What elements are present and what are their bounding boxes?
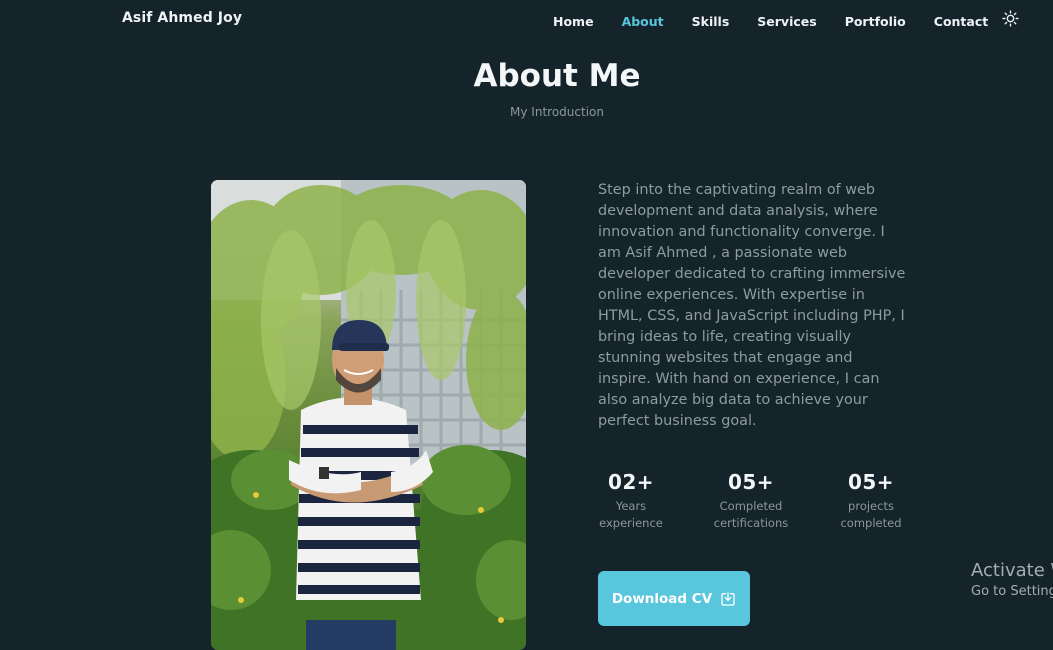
nav-link-portfolio[interactable]: Portfolio [845, 14, 906, 29]
stat-certifications: 05+ Completed certifications [691, 470, 811, 532]
stat-label-line: completed [840, 516, 902, 530]
stat-label-line: projects [848, 499, 894, 513]
main-nav: Home About Skills Services Portfolio Con… [553, 10, 1019, 31]
stat-label: Completed certifications [691, 498, 811, 532]
stat-value: 05+ [727, 470, 775, 494]
nav-link-skills[interactable]: Skills [692, 14, 730, 29]
theme-toggle-button[interactable] [1002, 10, 1019, 31]
section-title: About Me [473, 58, 641, 94]
stat-label: Years experience [571, 498, 691, 532]
sun-icon [1002, 10, 1019, 27]
stat-label: projects completed [811, 498, 931, 532]
stat-label-line: Completed [719, 499, 783, 513]
nav-link-about[interactable]: About [622, 14, 664, 29]
site-logo[interactable]: Asif Ahmed Joy [122, 10, 242, 26]
download-cv-label: Download CV [611, 590, 713, 607]
watermark-subtitle: Go to Setting [971, 584, 1053, 599]
stat-projects: 05+ projects completed [811, 470, 931, 532]
stat-experience: 02+ Years experience [571, 470, 691, 532]
stat-value: 05+ [847, 470, 895, 494]
about-description: Step into the captivating realm of web d… [598, 182, 906, 429]
stat-label-line: certifications [713, 516, 789, 530]
os-activation-watermark: Activate W Go to Setting [971, 560, 1053, 602]
stat-value: 02+ [607, 470, 655, 494]
nav-link-contact[interactable]: Contact [934, 14, 988, 29]
stat-label-line: experience [599, 516, 663, 530]
nav-link-home[interactable]: Home [553, 14, 594, 29]
profile-photo-illustration [211, 180, 526, 650]
stats-row: 02+ Years experience 05+ Completed certi… [571, 470, 931, 540]
section-subtitle: My Introduction [510, 105, 604, 119]
download-icon [721, 591, 735, 606]
stat-label-line: Years [615, 499, 647, 513]
profile-photo [211, 180, 526, 650]
nav-link-services[interactable]: Services [757, 14, 816, 29]
watermark-title: Activate W [971, 560, 1053, 581]
download-cv-button[interactable]: Download CV [598, 571, 750, 626]
site-header: Asif Ahmed Joy Home About Skills Service… [0, 0, 1053, 38]
